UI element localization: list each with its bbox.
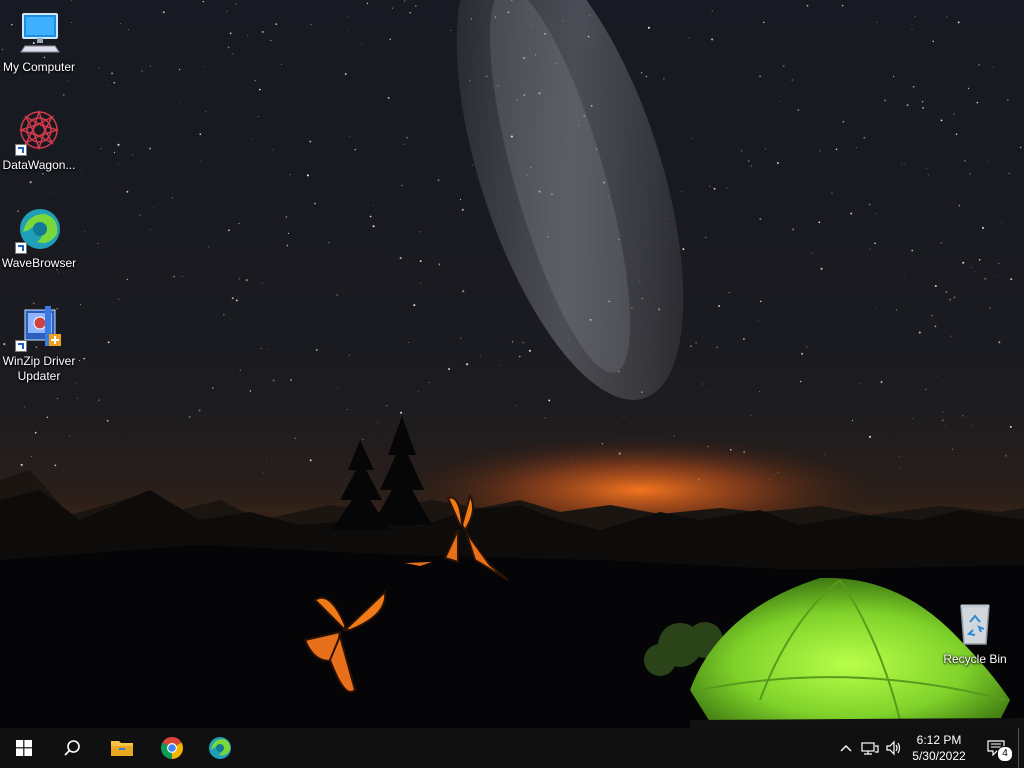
shortcut-arrow-icon xyxy=(15,242,27,254)
action-center-button[interactable]: 4 xyxy=(978,728,1014,768)
shortcut-arrow-icon xyxy=(15,144,27,156)
desktop-icon-label: DataWagon... xyxy=(2,158,76,172)
volume-button[interactable] xyxy=(882,728,906,768)
desktop-icon-label: My Computer xyxy=(2,60,76,74)
monitor-icon xyxy=(15,10,63,58)
desktop-icon-winzip-driver-updater[interactable]: WinZip Driver Updater xyxy=(0,304,78,384)
notification-icon: 4 xyxy=(987,740,1013,762)
search-button[interactable] xyxy=(48,728,96,768)
network-button[interactable] xyxy=(858,728,882,768)
taskbar-edge[interactable] xyxy=(196,728,244,768)
start-button[interactable] xyxy=(0,728,48,768)
desktop-icon-label: Recycle Bin xyxy=(943,652,1007,666)
clock-time: 6:12 PM xyxy=(916,733,962,747)
desktop-wallpaper xyxy=(0,0,1024,728)
desktop-icon-my-computer[interactable]: My Computer xyxy=(0,10,78,75)
clock-date: 5/30/2022 xyxy=(912,749,966,763)
folder-icon xyxy=(111,741,133,756)
search-icon xyxy=(64,740,80,756)
clock-button[interactable]: 6:12 PM 5/30/2022 xyxy=(906,728,972,768)
desktop-icon-label: WinZip Driver Updater xyxy=(2,354,76,383)
chevron-up-icon xyxy=(840,745,852,752)
wave-icon xyxy=(15,206,63,254)
edge-icon xyxy=(209,737,231,759)
taskbar-file-explorer[interactable] xyxy=(98,728,146,768)
speaker-icon xyxy=(886,740,901,756)
desktop-icon-recycle-bin[interactable]: Recycle Bin xyxy=(936,602,1014,667)
taskbar: 6:12 PM 5/30/2022 4 xyxy=(0,728,1024,768)
mandala-icon xyxy=(15,108,63,156)
winzip-icon xyxy=(15,304,63,352)
recycle-bin-icon xyxy=(951,602,999,650)
windows-logo-icon xyxy=(16,740,32,756)
desktop-icon-wavebrowser[interactable]: WaveBrowser xyxy=(0,206,78,271)
show-desktop-button[interactable] xyxy=(1018,728,1024,768)
desktop-icon-label: WaveBrowser xyxy=(1,256,77,270)
network-icon xyxy=(861,742,879,755)
chrome-icon xyxy=(161,737,183,759)
show-hidden-icons-button[interactable] xyxy=(836,728,856,768)
desktop-icon-datawagon[interactable]: DataWagon... xyxy=(0,108,78,173)
notification-count-badge: 4 xyxy=(997,746,1013,762)
taskbar-chrome[interactable] xyxy=(148,728,196,768)
shortcut-arrow-icon xyxy=(15,340,27,352)
